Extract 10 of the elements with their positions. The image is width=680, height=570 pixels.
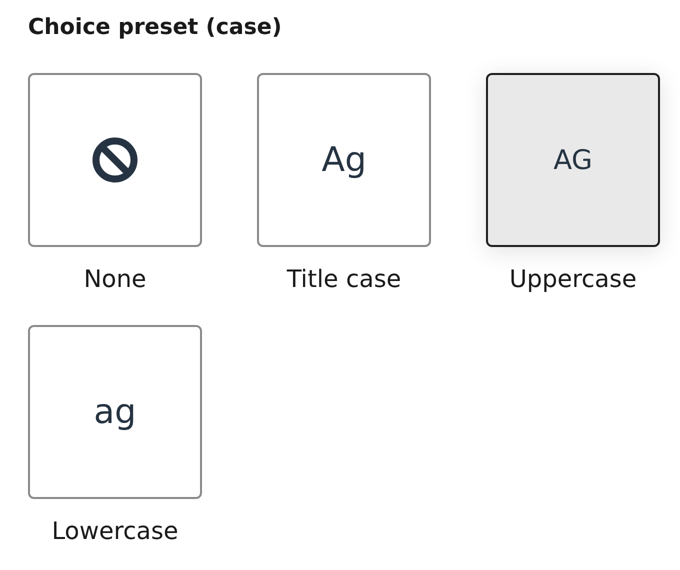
preset-option[interactable] [28,73,202,247]
section-title: Choice preset (case) [28,14,282,42]
option-label: Title case [286,264,402,295]
ban-icon [91,136,139,184]
preset-option[interactable]: Ag [257,73,431,247]
option-label: Uppercase [509,264,637,295]
option-label: None [84,264,146,295]
option-label: Lowercase [52,516,178,547]
preset-option[interactable]: AG [486,73,660,247]
preset-option[interactable]: ag [28,325,202,499]
